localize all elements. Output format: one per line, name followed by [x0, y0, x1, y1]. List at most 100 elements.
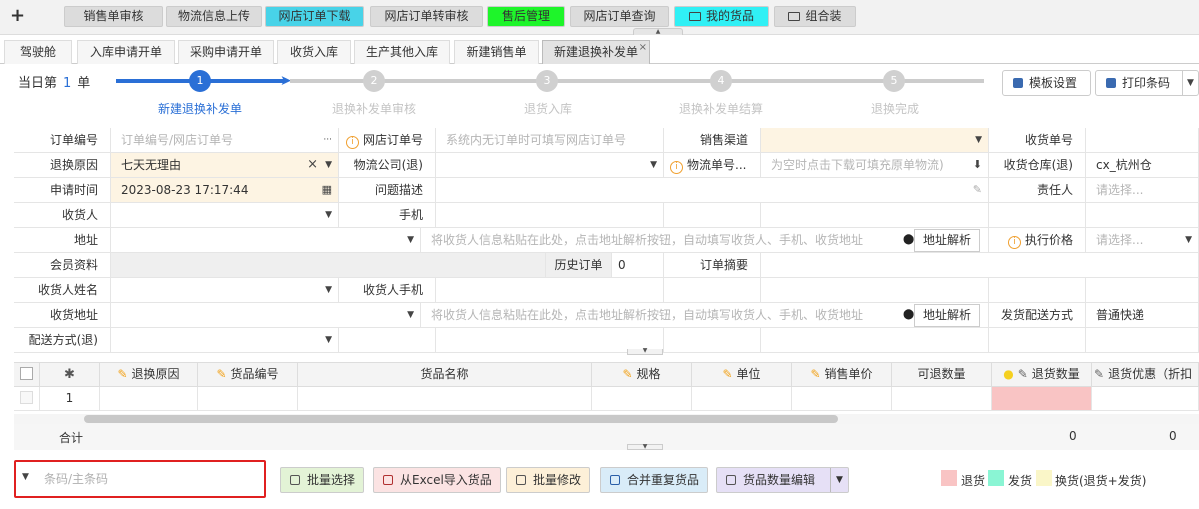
print-barcode-button[interactable]: 打印条码 ▼: [1095, 70, 1199, 96]
ship-method-select[interactable]: 普通快递: [1086, 303, 1199, 328]
col-return-discount[interactable]: ✎ 退货优惠（折扣: [1092, 362, 1199, 387]
address2-paste-input[interactable]: 将收货人信息粘贴在此处，点击地址解析按钮，自动填写收货人、手机、收货地址 ⬤ 地址解…: [421, 303, 989, 328]
collapse-form-handle[interactable]: ▼: [627, 348, 663, 355]
table-cell[interactable]: [298, 387, 592, 411]
col-reason[interactable]: ✎ 退换原因: [100, 362, 198, 387]
top-tab-after-sales[interactable]: 售后管理: [487, 6, 565, 27]
col-goods-name[interactable]: 货品名称: [298, 362, 592, 387]
legend-exchange-label: 换货(退货+发货): [1055, 474, 1147, 488]
page-tab-new-return-exchange[interactable]: 新建退换补发单 ×: [542, 40, 650, 64]
page-tab-new-sales-order[interactable]: 新建销售单: [454, 40, 539, 64]
receiver-phone-input[interactable]: [436, 278, 664, 303]
warehouse-select[interactable]: cx_杭州仓: [1086, 153, 1199, 178]
apply-time-input[interactable]: 2023-08-23 17:17:44 ▦: [111, 178, 339, 203]
col-goods-no[interactable]: ✎ 货品编号: [198, 362, 298, 387]
receiver-phone-label: 收货人手机: [339, 278, 436, 303]
table-cell[interactable]: [198, 387, 298, 411]
clear-icon[interactable]: ×: [307, 153, 318, 177]
table-cell[interactable]: [100, 387, 198, 411]
table-cell[interactable]: [1092, 387, 1199, 411]
problem-input[interactable]: ✎: [436, 178, 989, 203]
receive-address-select[interactable]: ▼: [111, 303, 421, 328]
top-tab-sales-review[interactable]: 销售单审核: [64, 6, 163, 27]
barcode-input[interactable]: [44, 470, 254, 488]
button-label: 打印条码: [1122, 76, 1171, 90]
add-tab-icon[interactable]: +: [10, 6, 25, 26]
col-return-qty[interactable]: ● ✎ 退货数量: [992, 362, 1092, 387]
horizontal-scrollbar-thumb[interactable]: [84, 415, 838, 423]
page-tab-inbound-apply[interactable]: 入库申请开单: [77, 40, 175, 64]
page-tab-production-inbound[interactable]: 生产其他入库: [354, 40, 450, 64]
qty-edit-button[interactable]: 货品数量编辑 ▼: [716, 467, 849, 493]
page-tab-purchase-apply[interactable]: 采购申请开单: [178, 40, 274, 64]
table-cell[interactable]: [592, 387, 692, 411]
receiver-select[interactable]: ▼: [111, 203, 339, 228]
table-cell[interactable]: [792, 387, 892, 411]
address-select[interactable]: ▼: [111, 228, 421, 253]
more-icon[interactable]: ···: [323, 128, 332, 152]
close-tab-icon[interactable]: ×: [639, 37, 647, 59]
return-qty-cell[interactable]: [992, 387, 1092, 411]
owner-select[interactable]: 请选择...: [1086, 178, 1199, 203]
shop-order-input[interactable]: 系统内无订单时可填写网店订单号: [436, 128, 664, 153]
chevron-down-icon[interactable]: ▼: [22, 472, 29, 482]
counter-value: 1: [63, 76, 72, 91]
top-tab-shop-order-query[interactable]: 网店订单查询: [570, 6, 669, 27]
select-all-checkbox[interactable]: [14, 362, 40, 387]
chevron-down-icon: ▼: [407, 310, 414, 320]
top-tab-my-goods[interactable]: 我的货品: [674, 6, 769, 27]
merge-duplicate-button[interactable]: 合并重复货品: [600, 467, 709, 493]
legend-ship-swatch: [988, 470, 1004, 486]
top-tab-shop-order-download[interactable]: 网店订单下载: [265, 6, 364, 27]
page-tab-cockpit[interactable]: 驾驶舱: [4, 40, 72, 64]
reason-select[interactable]: 七天无理由 × ▼: [111, 153, 339, 178]
top-tab-combo[interactable]: 组合装: [774, 6, 856, 27]
col-unit[interactable]: ✎ 单位: [692, 362, 792, 387]
pencil-icon: ✎: [810, 367, 821, 381]
collapse-grid-handle[interactable]: ▼: [627, 444, 663, 450]
col-sale-price[interactable]: ✎ 销售单价: [792, 362, 892, 387]
button-label: 批量选择: [307, 473, 356, 487]
placeholder: 将收货人信息粘贴在此处，点击地址解析按钮，自动填写收货人、手机、收货地址: [431, 233, 864, 247]
pencil-icon: ✎: [216, 367, 227, 381]
logistics-company-select[interactable]: ▼: [436, 153, 664, 178]
info-icon: i: [670, 161, 683, 174]
import-excel-button[interactable]: 从Excel导入货品: [373, 467, 501, 493]
barcode-input-box[interactable]: ▼: [14, 460, 266, 498]
chevron-down-icon[interactable]: ▼: [830, 468, 848, 492]
history-orders-button[interactable]: 历史订单: [546, 253, 612, 278]
batch-select-button[interactable]: 批量选择: [280, 467, 365, 493]
channel-select[interactable]: ▼: [761, 128, 989, 153]
empty-cell: [761, 328, 989, 353]
location-pin-icon: ⬤: [903, 309, 915, 320]
phone-input[interactable]: [436, 203, 664, 228]
return-ship-select[interactable]: ▼: [111, 328, 339, 353]
col-returnable-qty[interactable]: 可退数量: [892, 362, 992, 387]
col-spec[interactable]: ✎ 规格: [592, 362, 692, 387]
top-tab-shop-order-to-review[interactable]: 网店订单转审核: [370, 6, 483, 27]
collapse-top-handle[interactable]: ▲: [633, 28, 683, 35]
top-tab-logistics-upload[interactable]: 物流信息上传: [166, 6, 262, 27]
reason-value: 七天无理由: [121, 158, 182, 172]
receipt-no-input[interactable]: [1086, 128, 1199, 153]
column-settings[interactable]: ✱: [40, 362, 100, 387]
logistics-no-input[interactable]: 为空时点击下载可填充原单物流) ⬇: [761, 153, 989, 178]
calendar-icon[interactable]: ▦: [322, 178, 332, 202]
placeholder: 请选择...: [1096, 233, 1144, 247]
address-paste-input[interactable]: 将收货人信息粘贴在此处，点击地址解析按钮，自动填写收货人、手机、收货地址 ⬤ 地址解…: [421, 228, 989, 253]
edit-icon[interactable]: ✎: [973, 178, 982, 202]
table-cell[interactable]: [892, 387, 992, 411]
download-icon[interactable]: ⬇: [973, 153, 982, 177]
template-settings-button[interactable]: 模板设置: [1002, 70, 1091, 96]
col-label: 货品名称: [420, 367, 469, 381]
receiver-name-select[interactable]: ▼: [111, 278, 339, 303]
batch-edit-button[interactable]: 批量修改: [506, 467, 591, 493]
page-tab-receive-inbound[interactable]: 收货入库: [277, 40, 351, 64]
row-checkbox[interactable]: [14, 387, 40, 411]
address-parse-button-2[interactable]: 地址解析: [914, 304, 981, 327]
order-no-input[interactable]: 订单编号/网店订单号 ···: [111, 128, 339, 153]
table-cell[interactable]: [692, 387, 792, 411]
address-parse-button[interactable]: 地址解析: [914, 229, 981, 252]
chevron-down-icon[interactable]: ▼: [1182, 71, 1198, 95]
exec-price-select[interactable]: 请选择... ▼: [1086, 228, 1199, 253]
